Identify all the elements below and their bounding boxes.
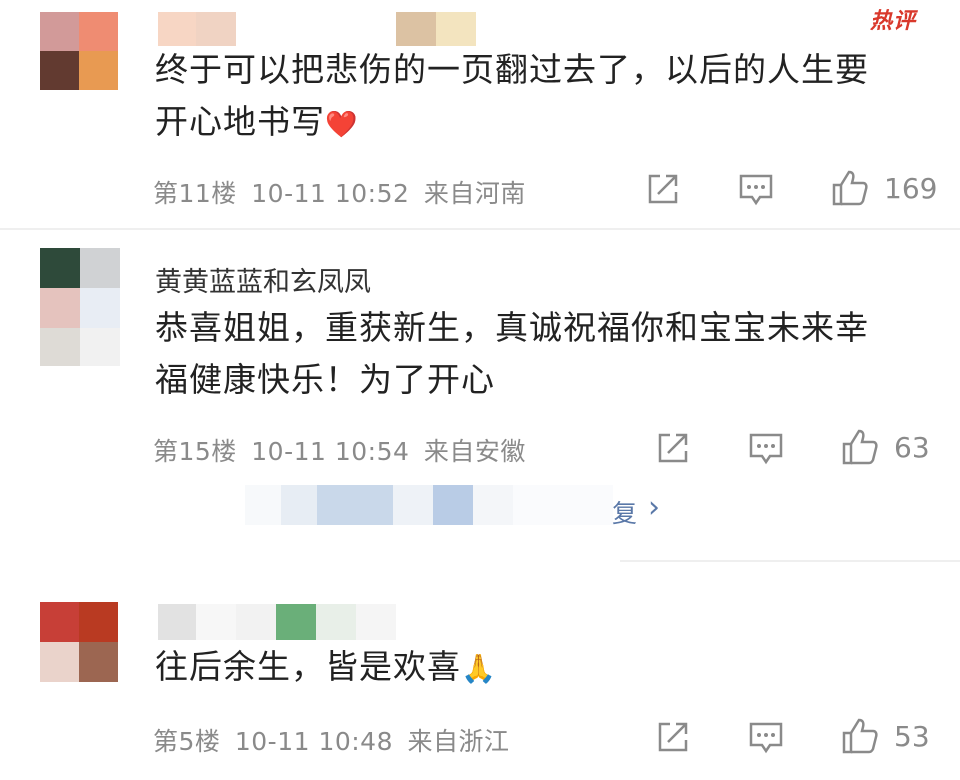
like-icon xyxy=(832,170,868,206)
comment-text-line: 恭喜姐姐，重获新生，真诚祝福你和宝宝未来幸 xyxy=(155,308,869,347)
floor-number: 第11楼 xyxy=(153,179,237,208)
comment-icon xyxy=(749,433,783,465)
comment-location: 来自浙江 xyxy=(407,727,510,756)
replies-blurred xyxy=(473,485,513,525)
comment-location: 来自安徽 xyxy=(423,437,526,466)
replies-blurred xyxy=(513,485,613,525)
replies-blurred xyxy=(433,485,473,525)
comment-text: 恭喜姐姐，重获新生，真诚祝福你和宝宝未来幸 福健康快乐！为了开心 xyxy=(155,302,935,406)
comment-text: 往后余生，皆是欢喜🙏 xyxy=(155,641,935,695)
like-icon xyxy=(842,718,878,754)
share-icon xyxy=(658,433,688,463)
comment-datetime: 10-11 10:48 xyxy=(234,727,393,756)
divider xyxy=(0,228,960,230)
replies-blurred xyxy=(245,485,281,525)
comment-meta: 第11楼 10-11 10:52 来自河南 xyxy=(153,174,526,210)
like-button[interactable]: 169 xyxy=(830,168,937,208)
comment-datetime: 10-11 10:54 xyxy=(251,437,410,466)
reply-button[interactable] xyxy=(738,172,774,206)
comment-text-line: 开心地书写❤️ xyxy=(155,102,359,141)
comment-icon xyxy=(749,722,783,754)
comment-meta: 第5楼 10-11 10:48 来自浙江 xyxy=(153,722,509,758)
share-icon xyxy=(658,722,688,752)
replies-blurred xyxy=(393,485,433,525)
reply-button[interactable] xyxy=(748,431,784,465)
like-count: 63 xyxy=(894,430,930,464)
username-blurred[interactable] xyxy=(158,12,478,46)
like-button[interactable]: 63 xyxy=(840,427,930,467)
divider xyxy=(620,560,960,562)
replies-link-label: 复 xyxy=(612,499,638,528)
share-button[interactable] xyxy=(656,431,690,465)
share-button[interactable] xyxy=(656,720,690,754)
comment-icon xyxy=(739,174,773,206)
like-button[interactable]: 53 xyxy=(840,716,930,756)
comment-text-line: 往后余生，皆是欢喜🙏 xyxy=(155,647,497,686)
comment-location: 来自河南 xyxy=(423,179,526,208)
like-count: 53 xyxy=(894,719,930,753)
like-count: 169 xyxy=(884,171,938,205)
reply-button[interactable] xyxy=(748,720,784,754)
comment-datetime: 10-11 10:52 xyxy=(251,179,410,208)
pray-emoji: 🙏 xyxy=(461,652,497,685)
comment-text-line: 福健康快乐！为了开心 xyxy=(155,360,495,399)
like-icon xyxy=(842,429,878,465)
username[interactable]: 黄黄蓝蓝和玄凤凤 xyxy=(155,260,371,299)
heart-emoji: ❤️ xyxy=(325,110,359,140)
avatar[interactable] xyxy=(40,602,118,682)
comment-text-line: 终于可以把悲伤的一页翻过去了，以后的人生要 xyxy=(155,50,869,89)
username-blurred[interactable] xyxy=(158,604,398,640)
comment-meta: 第15楼 10-11 10:54 来自安徽 xyxy=(153,432,526,468)
avatar[interactable] xyxy=(40,12,118,90)
share-button[interactable] xyxy=(646,172,680,206)
comment-text: 终于可以把悲伤的一页翻过去了，以后的人生要 开心地书写❤️ xyxy=(155,44,935,151)
share-icon xyxy=(648,174,678,204)
hot-comment-badge: 热评 xyxy=(869,9,916,34)
floor-number: 第5楼 xyxy=(153,727,221,756)
chevron-right-icon: › xyxy=(648,490,660,525)
replies-blurred xyxy=(281,485,317,525)
replies-blurred xyxy=(317,485,393,525)
avatar[interactable] xyxy=(40,248,120,366)
floor-number: 第15楼 xyxy=(153,437,237,466)
